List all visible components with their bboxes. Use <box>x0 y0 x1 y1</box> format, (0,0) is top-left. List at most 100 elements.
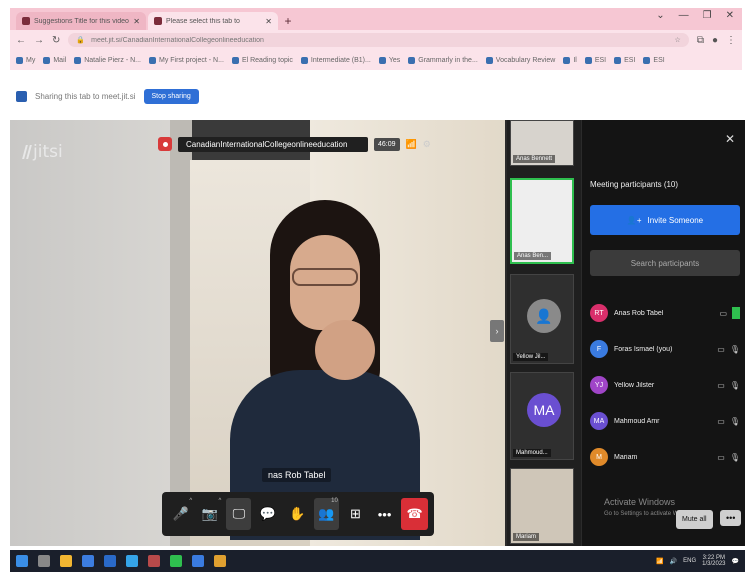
bookmark-item[interactable]: ESI <box>584 56 606 64</box>
bookmark-item[interactable]: My First project - N... <box>148 56 224 64</box>
invite-button[interactable]: 👤+ Invite Someone <box>590 205 740 235</box>
mic-icon: 🎙 <box>729 452 740 462</box>
extensions-icon[interactable]: ⧉ <box>697 35 704 46</box>
browser-tab-2[interactable]: Please select this tab to ✕ <box>148 12 278 30</box>
store-icon[interactable] <box>126 555 138 567</box>
camera-off-icon: ▭ <box>717 380 725 390</box>
tab-title: Suggestions Title for this video <box>34 17 129 25</box>
minimize-button[interactable]: — <box>679 10 689 21</box>
clock-date: 1/3/2023 <box>702 561 726 567</box>
bookmark-icon <box>148 56 156 64</box>
bookmark-item[interactable]: Il <box>563 56 577 64</box>
mic-icon: 🎙 <box>729 380 740 390</box>
bookmark-item[interactable]: El Reading topic <box>231 56 293 64</box>
avatar: RT <box>590 304 608 322</box>
participant-thumbnail[interactable]: Anas Bennett <box>510 120 574 166</box>
bookmark-icon <box>43 56 51 64</box>
edge-icon[interactable] <box>82 555 94 567</box>
close-window-button[interactable]: ✕ <box>726 10 734 21</box>
thumbnail-name: Yellow Jil... <box>513 353 549 361</box>
app-icon[interactable] <box>148 555 160 567</box>
bookmark-icon <box>231 56 239 64</box>
speaking-indicator-icon <box>732 307 740 319</box>
participant-row[interactable]: M Mariam ▭ 🎙 <box>590 439 740 475</box>
chrome-icon[interactable] <box>214 555 226 567</box>
participant-thumbnail[interactable]: 👤 Yellow Jil... <box>510 274 574 364</box>
screen-share-button[interactable]: 🖵 <box>226 498 252 530</box>
whatsapp-icon[interactable] <box>170 555 182 567</box>
clock[interactable]: 3:22 PM 1/3/2023 <box>702 555 725 567</box>
close-tab-icon[interactable]: ✕ <box>133 17 140 26</box>
bookmark-icon <box>643 56 651 64</box>
filmstrip-toggle-button[interactable]: › <box>490 320 504 342</box>
close-tab-icon[interactable]: ✕ <box>265 17 272 26</box>
user-avatar-icon: 👤 <box>527 299 561 333</box>
participant-row[interactable]: RT Anas Rob Tabel ▭ <box>590 295 740 331</box>
chat-icon: 💬 <box>259 506 277 521</box>
bookmark-item[interactable]: Mail <box>43 56 66 64</box>
tile-view-button[interactable]: ⊞ <box>343 498 368 530</box>
network-icon[interactable]: 📶 <box>656 558 663 565</box>
notifications-icon[interactable]: 💬 <box>732 558 739 565</box>
windows-start-icon[interactable] <box>16 555 28 567</box>
bookmark-item[interactable]: ESI <box>643 56 665 64</box>
menu-icon[interactable]: ⋮ <box>726 35 736 46</box>
settings-icon[interactable]: ⚙ <box>423 139 431 150</box>
bookmark-item[interactable]: Intermediate (B1)... <box>300 56 371 64</box>
participant-row[interactable]: F Foras Ismael (you) ▭ 🎙 <box>590 331 740 367</box>
hangup-button[interactable]: ☎ <box>401 498 429 530</box>
connection-signal-icon[interactable]: 📶 <box>406 139 417 150</box>
bookmark-item[interactable]: Yes <box>378 56 400 64</box>
system-tray: 📶 🔊 ENG 3:22 PM 1/3/2023 💬 <box>656 555 745 567</box>
camera-icon: 📷 <box>201 506 218 521</box>
file-explorer-icon[interactable] <box>60 555 72 567</box>
more-options-button[interactable]: ••• <box>720 510 742 526</box>
new-tab-button[interactable]: + <box>280 12 296 30</box>
forward-icon[interactable]: → <box>34 35 44 46</box>
thumbnail-name: Anas Bennett <box>513 155 556 163</box>
bookmark-item[interactable]: ESI <box>614 56 635 64</box>
participants-icon: 👥 <box>318 506 335 521</box>
search-participants-input[interactable]: Search participants <box>590 250 740 276</box>
microphone-button[interactable]: 🎤 ^ <box>168 498 193 530</box>
volume-icon[interactable]: 🔊 <box>670 558 677 565</box>
bookmark-item[interactable]: My <box>16 56 35 64</box>
profile-icon[interactable]: ● <box>712 35 718 46</box>
address-row: ← → ↻ 🔒 meet.jit.si/CanadianInternationa… <box>10 30 742 50</box>
avatar: MA <box>590 412 608 430</box>
camera-button[interactable]: 📷 ^ <box>197 498 222 530</box>
browser-tab-1[interactable]: Suggestions Title for this video ✕ <box>16 12 146 30</box>
participants-button[interactable]: 👥 10 <box>313 498 339 530</box>
search-icon[interactable] <box>38 555 50 567</box>
participant-thumbnail[interactable]: Anas Ben... <box>510 178 574 264</box>
thumbnail-name: Mahmoud... <box>513 449 551 457</box>
participant-thumbnail[interactable]: MA Mahmoud... <box>510 372 574 460</box>
tab-search-icon[interactable]: ⌄ <box>656 10 664 21</box>
participant-thumbnail[interactable]: Mariam <box>510 468 574 544</box>
reload-icon[interactable]: ↻ <box>52 35 60 46</box>
thumbnail-name: Mariam <box>513 533 540 541</box>
bookmark-icon <box>614 56 622 64</box>
speaker-name-label: nas Rob Tabel <box>262 468 332 482</box>
raise-hand-button[interactable]: ✋ <box>285 498 310 530</box>
mute-all-button[interactable]: Mute all <box>676 510 713 529</box>
maximize-button[interactable]: ❐ <box>703 10 712 21</box>
chat-button[interactable]: 💬 <box>255 498 280 530</box>
stop-sharing-button[interactable]: Stop sharing <box>143 88 199 104</box>
bookmark-star-icon[interactable]: ☆ <box>675 36 681 44</box>
more-actions-button[interactable]: ••• <box>372 498 397 530</box>
bookmark-item[interactable]: Grammarly in the... <box>408 56 478 64</box>
participant-row[interactable]: YJ Yellow Jilster ▭ 🎙 <box>590 367 740 403</box>
back-icon[interactable]: ← <box>16 35 26 46</box>
bookmark-item[interactable]: Natalie Pierz - N... <box>74 56 141 64</box>
address-bar[interactable]: 🔒 meet.jit.si/CanadianInternationalColle… <box>68 33 689 47</box>
microphone-icon: 🎤 <box>172 506 189 521</box>
close-icon[interactable]: ✕ <box>725 132 735 146</box>
bookmark-item[interactable]: Vocabulary Review <box>485 56 555 64</box>
url-text: meet.jit.si/CanadianInternationalCollege… <box>91 36 264 44</box>
word-icon[interactable] <box>192 555 204 567</box>
participant-row[interactable]: MA Mahmoud Amr ▭ 🎙 <box>590 403 740 439</box>
bookmark-icon <box>563 56 571 64</box>
mail-icon[interactable] <box>104 555 116 567</box>
language-indicator[interactable]: ENG <box>683 558 696 564</box>
